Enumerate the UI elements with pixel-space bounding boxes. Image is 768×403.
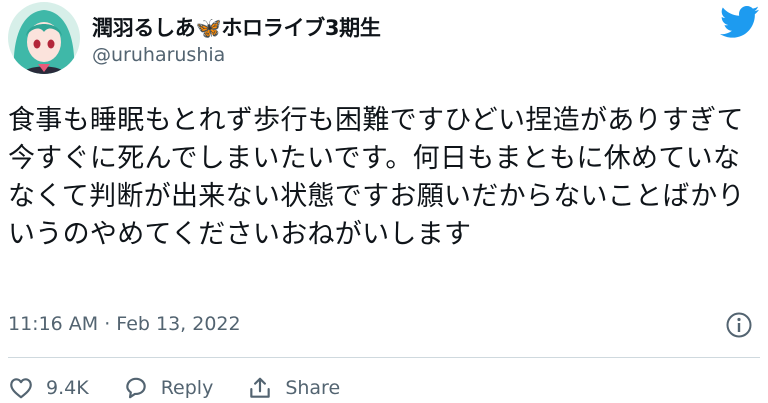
heart-icon bbox=[10, 378, 32, 399]
reply-button[interactable]: Reply bbox=[123, 375, 214, 401]
like-count: 9.4K bbox=[46, 377, 89, 399]
like-button[interactable]: 9.4K bbox=[8, 375, 89, 401]
tweet-actions: 9.4K Reply Share bbox=[8, 373, 374, 403]
tweet-text: 食事も睡眠もとれず歩行も困難ですひどい捏造がありすぎて今すぐに死んでしまいたいで… bbox=[8, 105, 745, 250]
divider bbox=[8, 357, 760, 358]
author-handle[interactable]: @uruharushia bbox=[92, 44, 225, 66]
share-icon bbox=[250, 377, 271, 398]
twitter-bird-icon[interactable] bbox=[720, 6, 760, 39]
share-button[interactable]: Share bbox=[247, 375, 340, 401]
avatar[interactable] bbox=[8, 2, 80, 74]
reply-label: Reply bbox=[160, 377, 214, 399]
avatar-image bbox=[8, 2, 80, 74]
share-label: Share bbox=[285, 377, 341, 399]
tweet-card: 潤羽るしあ🦋ホロライブ3期生 @uruharushia 食事も睡眠もとれず歩行も… bbox=[0, 0, 768, 403]
info-icon[interactable] bbox=[725, 311, 753, 339]
author-display-name[interactable]: 潤羽るしあ🦋ホロライブ3期生 bbox=[92, 12, 381, 42]
tweet-timestamp[interactable]: 11:16 AM · Feb 13, 2022 bbox=[8, 313, 241, 335]
speech-bubble-icon bbox=[125, 377, 146, 399]
